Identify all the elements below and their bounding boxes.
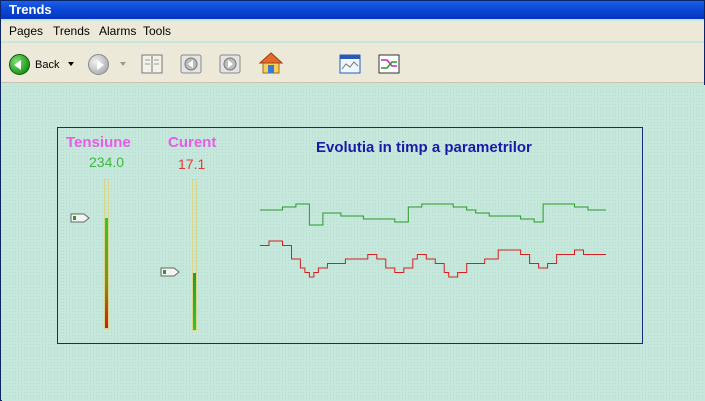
toolbar: Back [1, 43, 704, 83]
tensiune-gauge [104, 179, 109, 329]
pages-icon[interactable] [141, 54, 163, 74]
trends-window: Trends Pages Trends Alarms Tools Back Te… [0, 0, 705, 401]
trend-edit-icon[interactable] [378, 54, 400, 74]
menu-alarms[interactable]: Alarms [99, 24, 136, 38]
previous-page-icon[interactable] [180, 54, 202, 74]
trend-view-icon[interactable] [339, 54, 361, 74]
menu-trends[interactable]: Trends [53, 24, 90, 38]
tensiune-label: Tensiune [66, 134, 131, 151]
next-page-icon[interactable] [219, 54, 241, 74]
tensiune-gauge-fill [105, 218, 108, 328]
tensiune-setpoint-marker-icon[interactable] [70, 213, 90, 223]
curent-value: 17.1 [178, 156, 206, 172]
menu-tools[interactable]: Tools [143, 24, 171, 38]
back-button[interactable]: Back [1, 43, 61, 83]
curent-trend-line [260, 240, 606, 278]
menu-bar: Pages Trends Alarms Tools [1, 21, 704, 41]
curent-gauge [192, 179, 197, 331]
curent-gauge-fill [193, 273, 196, 330]
forward-button[interactable] [88, 54, 109, 75]
chart-title: Evolutia in timp a parametrilor [316, 139, 532, 156]
curent-setpoint-marker-icon[interactable] [160, 267, 180, 277]
window-title: Trends [1, 1, 704, 19]
home-icon[interactable] [258, 51, 284, 75]
forward-history-dropdown-icon[interactable] [120, 62, 126, 66]
trend-chart [260, 203, 606, 278]
back-history-dropdown-icon[interactable] [68, 62, 74, 66]
menu-pages[interactable]: Pages [9, 24, 43, 38]
tensiune-value: 234.0 [89, 154, 125, 170]
curent-label: Curent [168, 134, 217, 151]
back-label: Back [35, 59, 60, 71]
back-arrow-icon [9, 54, 30, 75]
tensiune-trend-line [260, 203, 606, 226]
